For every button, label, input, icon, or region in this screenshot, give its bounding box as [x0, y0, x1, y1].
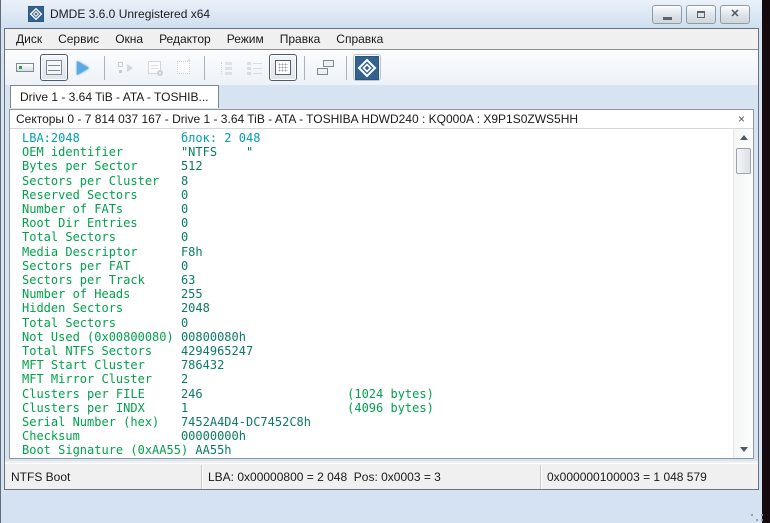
- vertical-scrollbar[interactable]: [733, 129, 753, 458]
- boot-record-row: LBA:2048 блок: 2 048: [22, 131, 733, 145]
- close-button[interactable]: ✕: [720, 5, 750, 24]
- panel-body: LBA:2048 блок: 2 048OEM identifier "NTFS…: [10, 129, 753, 458]
- menu-item-service[interactable]: Сервис: [50, 30, 107, 49]
- scan-icon: [177, 61, 190, 74]
- folder-tree-button: [211, 54, 239, 81]
- title-bar[interactable]: DMDE 3.6.0 Unregistered x64 ✕: [1, 0, 762, 28]
- hex-grid-icon: [275, 60, 291, 75]
- tab-drive1-label: Drive 1 - 3.64 TiB - ATA - TOSHIB...: [20, 90, 209, 104]
- boot-record-row: Total NTFS Sectors 4294965247: [22, 344, 733, 358]
- menu-item-windows[interactable]: Окна: [107, 30, 151, 49]
- boot-record-row: Checksum 00000000h: [22, 429, 733, 443]
- status-lba-position: LBA: 0x00000800 = 2 048 Pos: 0x0003 = 3: [201, 465, 540, 489]
- tree-icon: [218, 61, 233, 75]
- dmde-logo-icon: [355, 56, 379, 80]
- continue-button[interactable]: [69, 54, 97, 81]
- menu-item-edit[interactable]: Правка: [272, 30, 329, 49]
- sector-range-header: Секторы 0 - 7 814 037 167 - Drive 1 - 3.…: [10, 110, 753, 129]
- boot-record-row: Number of FATs 0: [22, 202, 733, 216]
- arrow-up-icon: [740, 135, 748, 140]
- tab-bar: Drive 1 - 3.64 TiB - ATA - TOSHIB...: [5, 85, 758, 108]
- toolbar: [5, 50, 758, 85]
- menu-item-disk[interactable]: Диск: [8, 30, 50, 49]
- boot-record-row: Not Used (0x00800080) 00800080h: [22, 330, 733, 344]
- boot-record-row: Sectors per Track 63: [22, 273, 733, 287]
- boot-record-row: Reserved Sectors 0: [22, 188, 733, 202]
- about-dmde-button[interactable]: [353, 54, 381, 81]
- select-disk-button[interactable]: [11, 54, 39, 81]
- window-title: DMDE 3.6.0 Unregistered x64: [50, 7, 210, 21]
- menubar: ДискСервисОкнаРедакторРежимПравкаСправка: [5, 29, 758, 50]
- search-icon: [148, 61, 161, 74]
- boot-record-row: Boot Signature (0xAA55) AA55h: [22, 443, 733, 457]
- boot-record-row: Hidden Sectors 2048: [22, 301, 733, 315]
- find-volumes-button: [140, 54, 168, 81]
- status-object-type: NTFS Boot: [5, 465, 201, 489]
- bottom-frame: [1, 490, 762, 523]
- editor-panel: Секторы 0 - 7 814 037 167 - Drive 1 - 3.…: [9, 109, 754, 459]
- maximize-button[interactable]: [686, 5, 716, 24]
- minimize-button[interactable]: [652, 5, 682, 24]
- panel-wrap: Секторы 0 - 7 814 037 167 - Drive 1 - 3.…: [5, 108, 758, 461]
- boot-record-row: Clusters per FILE 246 (1024 bytes): [22, 387, 733, 401]
- scroll-thumb[interactable]: [736, 148, 751, 174]
- boot-record-row: Sectors per FAT 0: [22, 259, 733, 273]
- menu-item-help[interactable]: Справка: [328, 30, 391, 49]
- status-bar: NTFS Boot LBA: 0x00000800 = 2 048 Pos: 0…: [5, 463, 758, 489]
- maximize-icon: [697, 11, 705, 18]
- toolbar-separator: [104, 56, 105, 80]
- full-scan-button: [169, 54, 197, 81]
- minimize-icon: [663, 17, 672, 20]
- boot-record-row: MFT Mirror Cluster 2: [22, 372, 733, 386]
- boot-record-row: Sectors per Cluster 8: [22, 174, 733, 188]
- boot-record-row: Root Dir Entries 0: [22, 216, 733, 230]
- cascade-windows-button[interactable]: [311, 54, 339, 81]
- boot-record-row: Bytes per Sector 512: [22, 159, 733, 173]
- tab-drive1[interactable]: Drive 1 - 3.64 TiB - ATA - TOSHIB...: [10, 85, 219, 108]
- dmde-window: DMDE 3.6.0 Unregistered x64 ✕ ДискСервис…: [0, 0, 762, 523]
- toolbar-separator: [204, 56, 205, 80]
- boot-record-row: Media Descriptor F8h: [22, 245, 733, 259]
- play-icon: [77, 61, 89, 75]
- boot-record-row: OEM identifier "NTFS ": [22, 145, 733, 159]
- boot-record-row: MFT Start Cluster 786432: [22, 358, 733, 372]
- status-offset: 0x000000100003 = 1 048 579: [540, 465, 758, 489]
- client-area: ДискСервисОкнаРедакторРежимПравкаСправка…: [4, 28, 759, 490]
- panel-close-icon[interactable]: ×: [736, 113, 747, 125]
- menu-item-editor[interactable]: Редактор: [151, 30, 219, 49]
- hex-editor-button[interactable]: [269, 54, 297, 81]
- dmde-app-icon: [28, 6, 44, 22]
- hex-view[interactable]: LBA:2048 блок: 2 048OEM identifier "NTFS…: [10, 129, 733, 458]
- scroll-up-button[interactable]: [735, 129, 752, 146]
- boot-record-row: Clusters per INDX 1 (4096 bytes): [22, 401, 733, 415]
- partitions-button: [111, 54, 139, 81]
- list-icon: [247, 61, 262, 75]
- window-controls: ✕: [652, 5, 750, 24]
- sector-range-text: Секторы 0 - 7 814 037 167 - Drive 1 - 3.…: [16, 112, 578, 126]
- device-stack-icon: [46, 60, 62, 75]
- cascade-icon: [317, 60, 334, 76]
- device-list-button[interactable]: [40, 54, 68, 81]
- resize-grip-icon[interactable]: [751, 514, 753, 516]
- boot-record-row: Number of Heads 255: [22, 287, 733, 301]
- boot-record-row: Total Sectors 0: [22, 230, 733, 244]
- partition-icon: [117, 61, 133, 75]
- menu-item-mode[interactable]: Режим: [219, 30, 272, 49]
- arrow-down-icon: [740, 447, 748, 452]
- close-icon: ✕: [730, 9, 739, 20]
- boot-record-row: Serial Number (hex) 7452A4D4-DC7452C8h: [22, 415, 733, 429]
- scroll-down-button[interactable]: [735, 441, 752, 458]
- file-list-button: [240, 54, 268, 81]
- toolbar-separator: [304, 56, 305, 80]
- boot-record-row: Total Sectors 0: [22, 316, 733, 330]
- drive-icon: [16, 63, 34, 72]
- toolbar-separator: [346, 56, 347, 80]
